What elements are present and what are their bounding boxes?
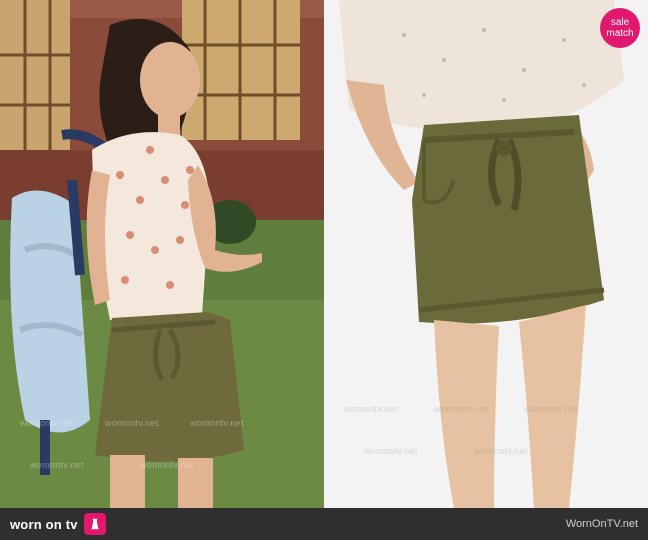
watermark-text: womontv.net: [20, 418, 74, 428]
watermark-text: womontv.net: [190, 418, 244, 428]
footer-logo: worn on tv: [10, 513, 106, 535]
scene-photo-panel: womontv.net womontv.net womontv.net womo…: [0, 0, 324, 508]
watermark-text: womontv.net: [105, 418, 159, 428]
footer-logo-text: worn on tv: [10, 516, 78, 532]
dress-icon: [83, 513, 106, 535]
footer-bar: worn on tv WornOnTV.net: [0, 508, 648, 540]
watermark-text: womontv.net: [434, 404, 488, 414]
compare-badge-text: sale match: [606, 17, 634, 39]
watermark-text: womontv.net: [344, 404, 398, 414]
compare-badge: sale match: [600, 8, 640, 48]
scene-photo: [0, 0, 324, 508]
footer-site-text: WornOnTV.net: [565, 518, 638, 530]
product-photo-panel: sale match womontv.net womontv.net womon…: [324, 0, 648, 508]
watermark-text: womontv.net: [364, 446, 418, 456]
watermark-text: womontv.net: [474, 446, 528, 456]
product-photo: [324, 0, 648, 508]
watermark-text: womontv.net: [140, 460, 194, 470]
watermark-text: womontv.net: [30, 460, 84, 470]
watermark-text: womontv.net: [524, 404, 578, 414]
